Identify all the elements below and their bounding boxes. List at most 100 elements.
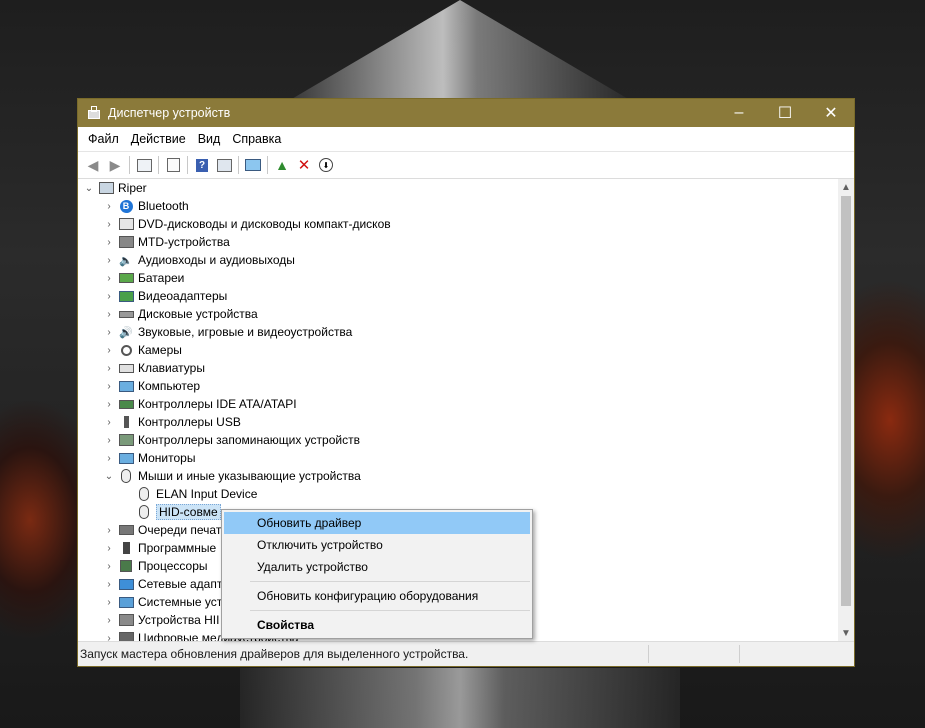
menu-separator <box>250 610 530 611</box>
tree-item-bluetooth[interactable]: › B Bluetooth <box>78 197 840 215</box>
download-icon[interactable]: ⬇ <box>315 154 337 176</box>
menu-action[interactable]: Действие <box>125 132 192 146</box>
tree-item-label: Bluetooth <box>138 199 189 213</box>
chevron-right-icon[interactable]: › <box>102 255 116 266</box>
back-icon[interactable]: ◀ <box>82 154 104 176</box>
tree-child-elan[interactable]: ELAN Input Device <box>78 485 840 503</box>
status-pane <box>648 645 739 663</box>
tree-item-label: DVD-дисководы и дисководы компакт-дисков <box>138 217 391 231</box>
list-icon[interactable] <box>162 154 184 176</box>
menu-update-driver[interactable]: Обновить драйвер <box>224 512 530 534</box>
chevron-right-icon[interactable]: › <box>102 543 116 554</box>
chevron-right-icon[interactable]: › <box>102 615 116 626</box>
chevron-right-icon[interactable]: › <box>102 579 116 590</box>
scroll-thumb[interactable] <box>841 196 851 606</box>
chevron-right-icon[interactable]: › <box>102 327 116 338</box>
vertical-scrollbar[interactable]: ▲ ▼ <box>838 179 854 642</box>
monitor-scan-icon[interactable] <box>242 154 264 176</box>
title-bar[interactable]: Диспетчер устройств – ☐ ✕ <box>78 99 854 127</box>
tree-item-cameras[interactable]: › Камеры <box>78 341 840 359</box>
menu-properties[interactable]: Свойства <box>224 614 530 636</box>
tree-item-label: ELAN Input Device <box>156 487 258 501</box>
toolbar-separator <box>267 156 268 174</box>
chevron-right-icon[interactable]: › <box>102 219 116 230</box>
view-icon[interactable] <box>213 154 235 176</box>
storage-controller-icon <box>118 433 134 447</box>
menu-scan-hardware[interactable]: Обновить конфигурацию оборудования <box>224 585 530 607</box>
sound-icon: 🔊 <box>119 326 133 339</box>
system-icon <box>118 595 134 609</box>
chevron-right-icon[interactable]: › <box>102 237 116 248</box>
scroll-down-icon[interactable]: ▼ <box>838 625 854 642</box>
tree-item-keyboards[interactable]: › Клавиатуры <box>78 359 840 377</box>
minimize-button[interactable]: – <box>716 99 762 127</box>
mouse-icon <box>136 505 152 519</box>
chevron-right-icon[interactable]: › <box>102 399 116 410</box>
update-driver-icon[interactable]: ▲ <box>271 154 293 176</box>
minimize-icon: – <box>734 104 744 121</box>
tree-item-monitors[interactable]: › Мониторы <box>78 449 840 467</box>
tree-root-label: Riper <box>118 181 147 195</box>
tree-item-label: Мыши и иные указывающие устройства <box>138 469 361 483</box>
maximize-button[interactable]: ☐ <box>762 99 808 127</box>
processor-icon <box>118 559 134 573</box>
tree-root[interactable]: ⌄ Riper <box>78 179 840 197</box>
monitor-icon <box>118 451 134 465</box>
scroll-up-icon[interactable]: ▲ <box>838 179 854 196</box>
chevron-right-icon[interactable]: › <box>102 309 116 320</box>
menu-bar: Файл Действие Вид Справка <box>78 127 854 152</box>
menu-uninstall-device[interactable]: Удалить устройство <box>224 556 530 578</box>
tree-item-storage-controllers[interactable]: › Контроллеры запоминающих устройств <box>78 431 840 449</box>
menu-help[interactable]: Справка <box>226 132 287 146</box>
tree-item-label: Компьютер <box>138 379 201 393</box>
tree-item-batteries[interactable]: › Батареи <box>78 269 840 287</box>
close-button[interactable]: ✕ <box>808 99 854 127</box>
wallpaper-helmet <box>290 0 630 100</box>
tree-item-label: Батареи <box>138 271 185 285</box>
tree-item-dvd[interactable]: › DVD-дисководы и дисководы компакт-диск… <box>78 215 840 233</box>
uninstall-icon[interactable]: ✕ <box>293 154 315 176</box>
chevron-right-icon[interactable]: › <box>102 201 116 212</box>
chevron-right-icon[interactable]: › <box>102 273 116 284</box>
computer-icon <box>118 379 134 393</box>
status-pane <box>739 645 830 663</box>
forward-icon[interactable]: ▶ <box>104 154 126 176</box>
chevron-down-icon[interactable]: ⌄ <box>82 183 96 194</box>
tree-item-label: Сетевые адапт <box>138 577 223 591</box>
tree-item-sound[interactable]: › 🔊 Звуковые, игровые и видеоустройства <box>78 323 840 341</box>
menu-file[interactable]: Файл <box>82 132 125 146</box>
tree-item-label: Контроллеры USB <box>138 415 241 429</box>
chevron-right-icon[interactable]: › <box>102 597 116 608</box>
chevron-right-icon[interactable]: › <box>102 453 116 464</box>
tree-item-ide[interactable]: › Контроллеры IDE ATA/ATAPI <box>78 395 840 413</box>
tree-item-computer[interactable]: › Компьютер <box>78 377 840 395</box>
dvd-icon <box>118 217 134 231</box>
tree-item-label: Дисковые устройства <box>138 307 258 321</box>
chevron-right-icon[interactable]: › <box>102 381 116 392</box>
chevron-right-icon[interactable]: › <box>102 363 116 374</box>
menu-disable-device[interactable]: Отключить устройство <box>224 534 530 556</box>
software-device-icon <box>118 541 134 555</box>
tree-item-display-adapters[interactable]: › Видеоадаптеры <box>78 287 840 305</box>
usb-icon <box>118 415 134 429</box>
chevron-right-icon[interactable]: › <box>102 561 116 572</box>
chevron-down-icon[interactable]: ⌄ <box>102 471 116 482</box>
keyboard-icon <box>118 361 134 375</box>
tree-item-audio-io[interactable]: › 🔈 Аудиовходы и аудиовыходы <box>78 251 840 269</box>
chevron-right-icon[interactable]: › <box>102 525 116 536</box>
tree-item-usb[interactable]: › Контроллеры USB <box>78 413 840 431</box>
tree-item-disks[interactable]: › Дисковые устройства <box>78 305 840 323</box>
chevron-right-icon[interactable]: › <box>102 291 116 302</box>
tree-item-mice[interactable]: ⌄ Мыши и иные указывающие устройства <box>78 467 840 485</box>
tree-item-mtd[interactable]: › MTD-устройства <box>78 233 840 251</box>
chevron-right-icon[interactable]: › <box>102 417 116 428</box>
properties-pane-icon[interactable] <box>133 154 155 176</box>
tree-item-label: Камеры <box>138 343 182 357</box>
bluetooth-icon: B <box>118 199 134 213</box>
wallpaper-armor <box>240 668 680 728</box>
chevron-right-icon[interactable]: › <box>102 435 116 446</box>
menu-view[interactable]: Вид <box>192 132 227 146</box>
computer-icon <box>98 181 114 195</box>
chevron-right-icon[interactable]: › <box>102 345 116 356</box>
help-icon[interactable]: ? <box>191 154 213 176</box>
